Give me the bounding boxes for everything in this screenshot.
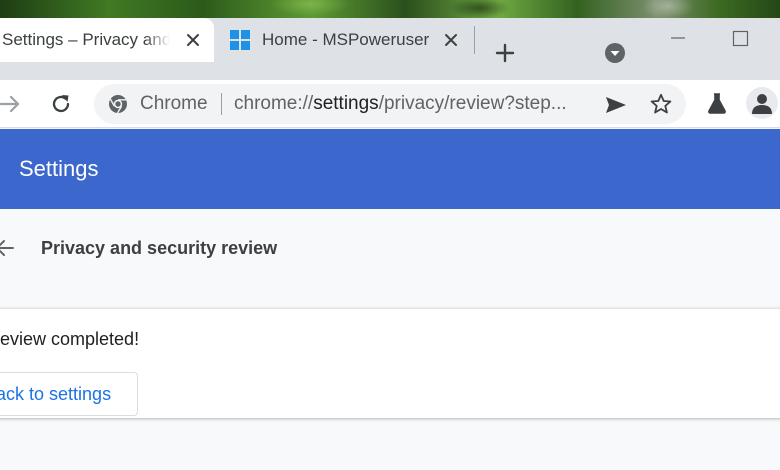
browser-toolbar: Chrome chrome://settings/privacy/review?… [0,80,780,128]
close-icon[interactable] [442,31,460,49]
plus-icon[interactable] [492,40,518,66]
desktop-wallpaper [0,0,780,20]
tab-title: Settings – Privacy and security [2,30,170,49]
minimize-icon[interactable] [666,26,690,50]
section-heading: Privacy and security review [41,238,278,258]
windows-logo-icon [230,30,250,50]
site-chip-label: Chrome [140,93,208,114]
maximize-icon[interactable] [730,28,752,50]
send-icon[interactable] [604,93,628,117]
labs-icon[interactable] [706,91,728,115]
settings-header: Settings [0,129,780,209]
url-text[interactable]: chrome://settings/privacy/review?step... [234,93,582,115]
close-icon[interactable] [184,31,202,49]
url-path: /privacy/review?step... [378,93,567,114]
tab-search-icon[interactable] [604,42,626,64]
back-to-settings-button[interactable]: Back to settings [0,372,138,416]
tab-mspoweruser[interactable]: Home - MSPoweruser [222,18,472,62]
forward-icon[interactable] [0,90,24,118]
page-title: Settings [19,156,99,181]
completion-message: Review completed! [0,329,140,349]
tab-separator [474,26,475,54]
settings-page: Privacy and security review Review compl… [0,209,780,470]
address-bar[interactable]: Chrome chrome://settings/privacy/review?… [94,84,686,124]
url-scheme: chrome:// [234,93,314,114]
tab-title: Home - MSPoweruser [262,30,430,49]
reload-icon[interactable] [47,90,75,118]
avatar-icon[interactable] [746,87,778,119]
omnibox-separator [221,93,222,115]
tab-settings[interactable]: Settings – Privacy and security [0,18,214,62]
star-icon[interactable] [649,92,673,116]
back-arrow-icon[interactable] [0,237,16,259]
review-card: Review completed! Back to settings [0,308,780,418]
url-host: settings [313,93,379,114]
chrome-icon [108,94,128,114]
